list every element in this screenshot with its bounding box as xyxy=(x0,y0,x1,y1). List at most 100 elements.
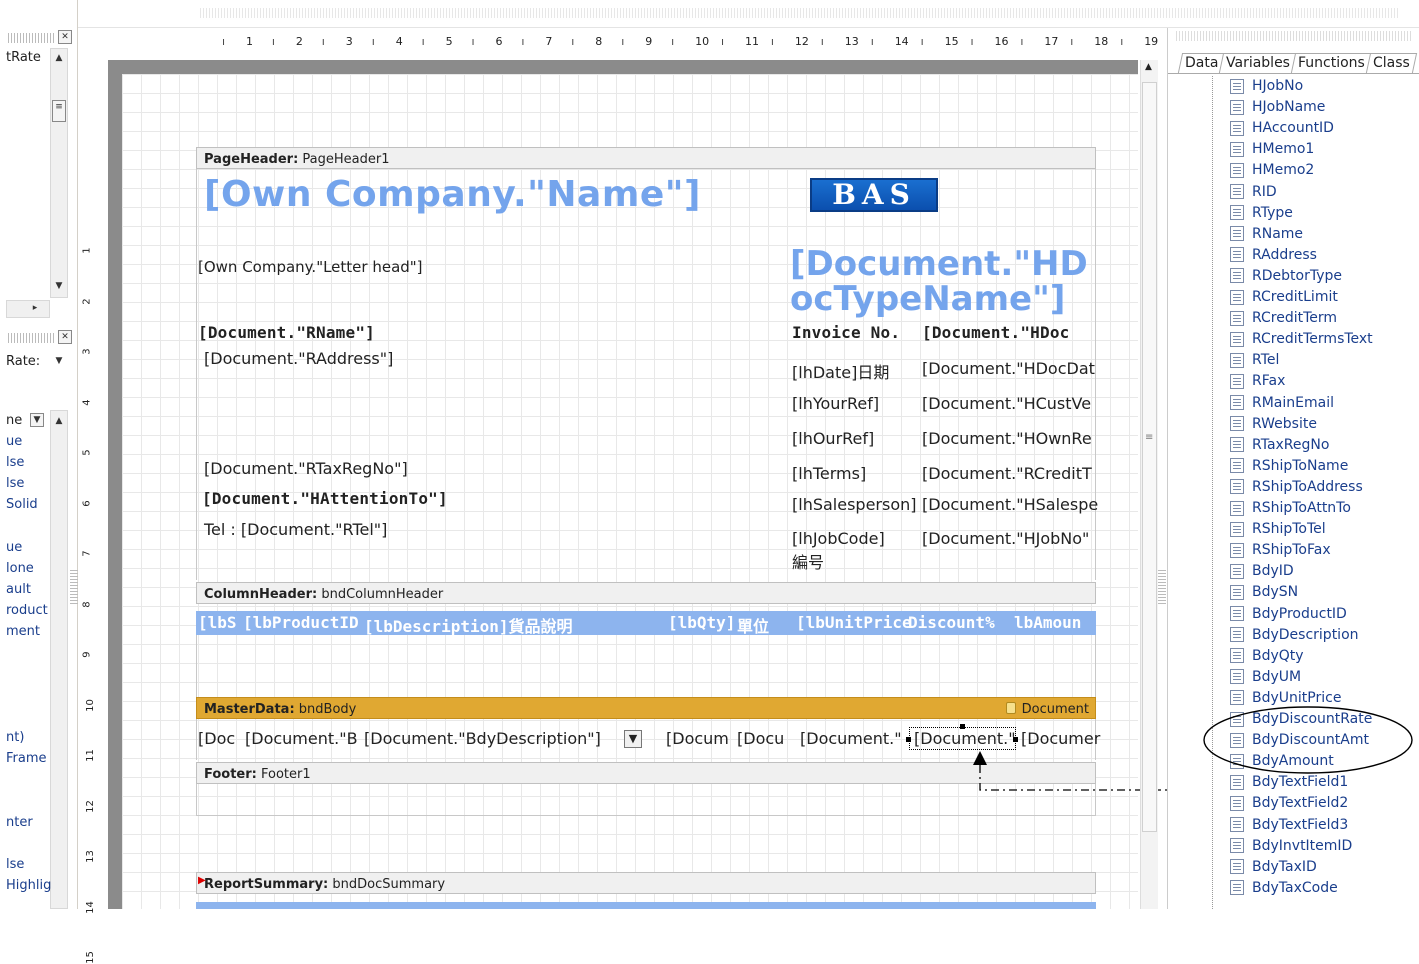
scroll-up-icon[interactable]: ▲ xyxy=(52,52,66,66)
col-amount[interactable]: lbAmoun xyxy=(1014,613,1081,632)
hattention-field[interactable]: [Document."HAttentionTo"] xyxy=(202,489,448,508)
field-item[interactable]: RID xyxy=(1230,182,1277,202)
field-item[interactable]: RTel xyxy=(1230,350,1279,370)
rcreditterm-field[interactable]: [Document."RCreditT xyxy=(922,464,1092,483)
property-value[interactable]: lse xyxy=(6,857,24,872)
property-value[interactable]: ue xyxy=(6,540,22,555)
canvas-vertical-scrollbar[interactable]: ▲ ≡ xyxy=(1140,60,1158,909)
field-item[interactable]: RDebtorType xyxy=(1230,266,1342,286)
field-item[interactable]: BdyProductID xyxy=(1230,604,1347,624)
scroll-down-icon[interactable]: ▼ xyxy=(52,280,66,294)
field-item[interactable]: RShipToAttnTo xyxy=(1230,498,1351,518)
field-item[interactable]: HAccountID xyxy=(1230,118,1334,138)
property-value[interactable]: Frame xyxy=(6,751,47,766)
dropdown-arrow-icon[interactable]: ▼ xyxy=(52,355,66,369)
column-header-row[interactable]: [lbS [lbProductID [lbDescription]貨品說明 [l… xyxy=(196,611,1096,637)
company-logo[interactable]: BAS xyxy=(810,178,938,212)
property-value[interactable]: lse xyxy=(6,455,24,470)
field-item[interactable]: BdyTaxCode xyxy=(1230,878,1338,898)
field-item[interactable]: RType xyxy=(1230,203,1293,223)
lh-date-label[interactable]: [lhDate]日期 xyxy=(792,359,889,383)
master-data-band[interactable]: MasterData: bndBody Document xyxy=(196,697,1096,719)
doc-type-name-2[interactable]: ocTypeName"] xyxy=(790,279,1065,319)
field-item[interactable]: RFax xyxy=(1230,371,1285,391)
tel-field[interactable]: Tel : [Document."RTel"] xyxy=(204,520,387,539)
field-item[interactable]: RShipToName xyxy=(1230,456,1348,476)
property-scrollbar-2[interactable] xyxy=(50,410,68,909)
field-item[interactable]: BdyInvtItemID xyxy=(1230,836,1352,856)
close-icon[interactable]: ✕ xyxy=(58,330,72,344)
lh-yourref-label[interactable]: [lhYourRef] xyxy=(792,394,879,413)
field-item[interactable]: RWebsite xyxy=(1230,414,1317,434)
column-header-band[interactable]: ColumnHeader: bndColumnHeader xyxy=(196,582,1096,604)
splitter-left[interactable] xyxy=(70,570,78,606)
field-item[interactable]: HJobNo xyxy=(1230,76,1303,96)
rtaxregno-field[interactable]: [Document."RTaxRegNo"] xyxy=(204,459,408,478)
field-item[interactable]: BdyTextField2 xyxy=(1230,793,1348,813)
close-icon[interactable]: ✕ xyxy=(58,30,72,44)
lh-jobcode-label[interactable]: [lhJobCode] xyxy=(792,529,885,548)
lh-terms-label[interactable]: [lhTerms] xyxy=(792,464,866,483)
doc-type-name-1[interactable]: [Document."HD xyxy=(790,244,1088,284)
dropdown-arrow-icon[interactable]: ▼ xyxy=(30,413,44,427)
tab-functions[interactable]: Functions xyxy=(1291,53,1373,73)
lh-ourref-label[interactable]: [lhOurRef] xyxy=(792,429,874,448)
body-cell-qty[interactable]: [Docum xyxy=(666,729,729,748)
col-sn[interactable]: [lbS xyxy=(198,613,237,632)
property-value[interactable]: nter xyxy=(6,815,33,830)
tab-class[interactable]: Class xyxy=(1366,53,1418,73)
field-item[interactable]: BdyDescription xyxy=(1230,625,1359,645)
field-item[interactable]: RName xyxy=(1230,224,1303,244)
body-cell-unitprice[interactable]: [Document." xyxy=(800,729,902,748)
scroll-right-icon[interactable]: ▸ xyxy=(28,302,42,316)
field-item[interactable]: BdyTaxID xyxy=(1230,857,1317,877)
field-item[interactable]: RShipToTel xyxy=(1230,519,1326,539)
scroll-up-icon[interactable]: ▲ xyxy=(1145,62,1152,72)
body-cell-sn[interactable]: [Doc xyxy=(198,729,235,748)
field-item[interactable]: HJobName xyxy=(1230,97,1325,117)
hdoc-field[interactable]: [Document."HDoc xyxy=(922,323,1070,342)
field-item[interactable]: BdyTextField3 xyxy=(1230,815,1348,835)
col-um[interactable]: 單位 xyxy=(737,613,769,637)
field-item[interactable]: RCreditTermsText xyxy=(1230,329,1373,349)
property-value[interactable]: nt) xyxy=(6,730,24,745)
property-value[interactable]: Highlig xyxy=(6,878,51,893)
field-item[interactable]: RCreditLimit xyxy=(1230,287,1338,307)
dropdown-arrow-icon[interactable]: ▼ xyxy=(624,730,642,748)
property-value[interactable]: roduct xyxy=(6,603,48,618)
field-item[interactable]: HMemo2 xyxy=(1230,160,1314,180)
report-summary-band[interactable]: ▶ ReportSummary: bndDocSummary xyxy=(196,872,1096,894)
field-item[interactable]: BdyQty xyxy=(1230,646,1304,666)
field-item[interactable]: RShipToAddress xyxy=(1230,477,1363,497)
invoice-no-label[interactable]: Invoice No. xyxy=(792,323,900,342)
field-item[interactable]: HMemo1 xyxy=(1230,139,1314,159)
lh-salesperson-label[interactable]: [lhSalesperson] xyxy=(792,495,917,514)
property-value[interactable]: Solid xyxy=(6,497,38,512)
property-value[interactable]: ment xyxy=(6,624,40,639)
body-cell-productid[interactable]: [Document."B xyxy=(245,729,358,748)
panel-grip[interactable] xyxy=(8,33,56,43)
property-scrollbar[interactable] xyxy=(50,48,68,298)
panel-grip[interactable] xyxy=(1176,31,1412,41)
col-qty[interactable]: [lbQty] xyxy=(668,613,735,632)
hcustvendref-field[interactable]: [Document."HCustVe xyxy=(922,394,1091,413)
tab-variables[interactable]: Variables xyxy=(1219,53,1298,73)
col-productid[interactable]: [lbProductID xyxy=(243,613,359,632)
body-cell-um[interactable]: [Docu xyxy=(737,729,784,748)
letter-head[interactable]: [Own Company."Letter head"] xyxy=(198,258,423,276)
jobcode-chinese-label[interactable]: 編号 xyxy=(792,549,824,573)
hsalesperson-field[interactable]: [Document."HSalespe xyxy=(922,495,1098,514)
selection-handle[interactable] xyxy=(906,737,911,742)
panel-grip-2[interactable] xyxy=(8,333,56,343)
scroll-thumb-icon[interactable]: ≡ xyxy=(52,100,66,122)
toolbar-grip[interactable] xyxy=(200,8,1400,18)
property-value[interactable]: lse xyxy=(6,476,24,491)
body-cell-description[interactable]: [Document."BdyDescription"] xyxy=(364,729,601,748)
page-header-band[interactable]: PageHeader: PageHeader1 xyxy=(196,147,1096,169)
scroll-up-icon[interactable]: ▲ xyxy=(52,415,66,429)
property-value[interactable]: lone xyxy=(6,561,34,576)
field-item[interactable]: BdyUM xyxy=(1230,667,1301,687)
field-item[interactable]: RTaxRegNo xyxy=(1230,435,1329,455)
own-company-name[interactable]: [Own Company."Name"] xyxy=(204,174,701,215)
field-item[interactable]: RAddress xyxy=(1230,245,1317,265)
